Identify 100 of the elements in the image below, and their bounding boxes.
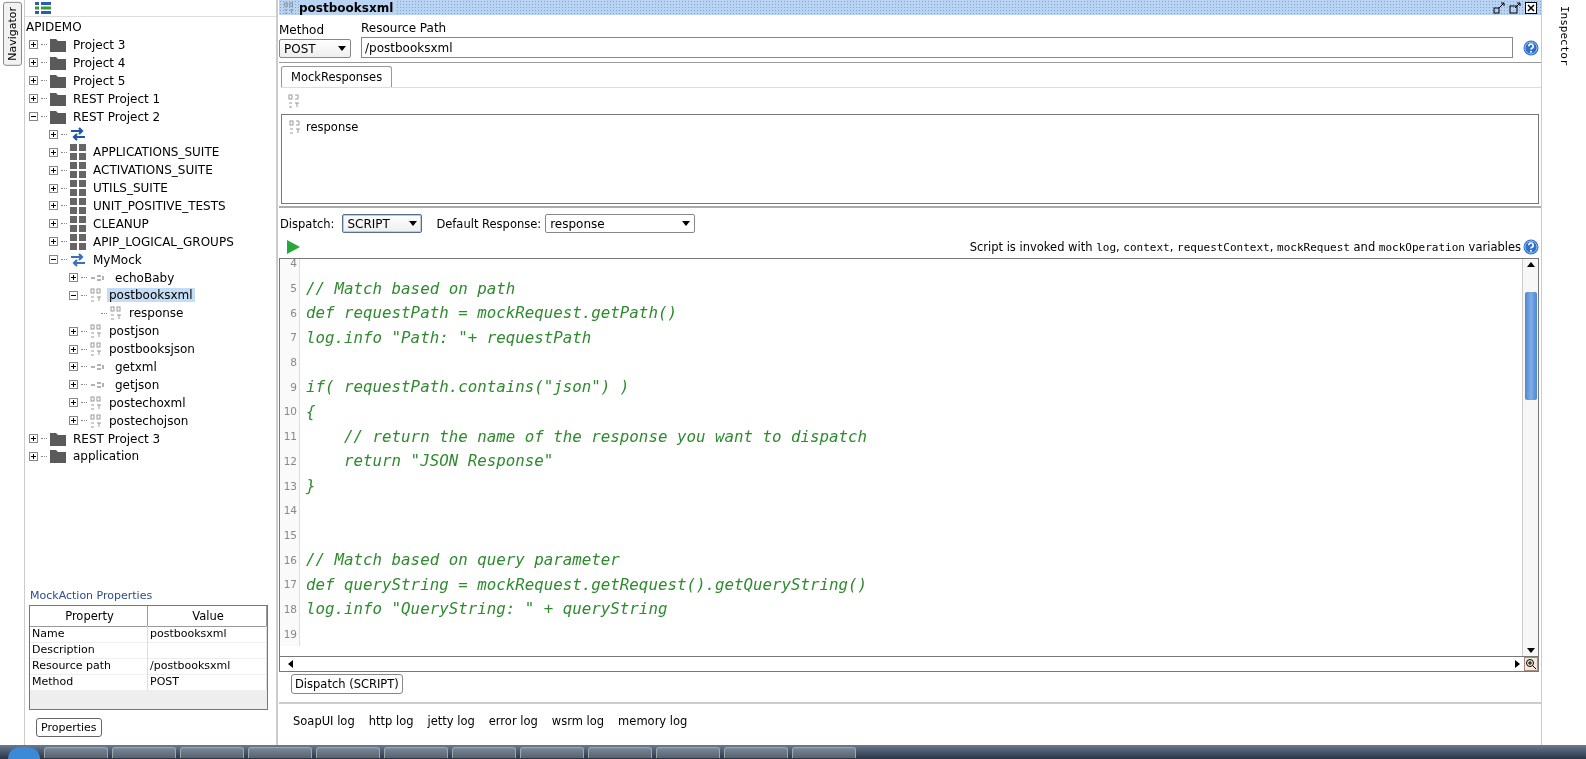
tree-item[interactable]: Project 5 [71,73,128,88]
inspector-tab[interactable]: Inspector [1555,2,1573,70]
taskbar-button[interactable] [384,747,448,758]
default-response-label: Default Response: [436,216,542,231]
tree-item[interactable]: postbooksxml [107,288,195,303]
tree-item[interactable]: Project 4 [71,55,128,70]
dispatch-select[interactable]: SCRIPT [342,214,423,233]
tree-item[interactable]: CLEANUP [91,216,151,231]
taskbar-button[interactable] [520,747,584,758]
list-item[interactable]: response [306,120,359,134]
tree-item[interactable]: REST Project 2 [71,109,163,124]
tree-item[interactable]: APIP_LOGICAL_GROUPS [91,234,236,249]
expander-icon[interactable] [29,451,38,461]
taskbar-button[interactable] [588,747,652,758]
expander-icon[interactable] [69,362,78,372]
scroll-down-icon[interactable] [1526,648,1535,653]
tree-item[interactable]: APPLICATIONS_SUITE [91,145,222,160]
tree-item[interactable]: ACTIVATIONS_SUITE [91,163,215,178]
tree-item[interactable]: postechoxml [107,395,188,410]
code-line: } [305,476,316,496]
help-icon[interactable] [1523,40,1539,56]
help-icon[interactable] [1523,239,1539,255]
expander-icon[interactable] [29,94,38,104]
log-tab[interactable]: error log [488,714,538,728]
tree-item[interactable]: Project 3 [71,37,128,52]
swap-arrows-icon [70,252,86,267]
method-icon [90,395,102,410]
tree-item[interactable]: postechojson [107,413,191,428]
table-cell: POST [148,674,267,691]
taskbar-button[interactable] [44,747,108,758]
tree-root[interactable]: APIDEMO [25,18,276,36]
expander-icon[interactable] [69,326,78,336]
expander-icon[interactable] [69,344,78,354]
tree-item[interactable]: response [127,306,186,321]
method-select[interactable]: POST [279,39,351,58]
tree-item[interactable]: REST Project 3 [71,431,163,446]
tree-item[interactable]: echoBaby [113,270,177,285]
expander-icon[interactable] [29,76,38,86]
tree-item[interactable]: UNIT_POSITIVE_TESTS [91,198,228,213]
detach-icon[interactable] [1509,1,1521,14]
taskbar-button[interactable] [724,747,788,758]
expander-icon[interactable] [49,147,58,157]
expander-icon[interactable] [29,112,38,121]
resource-path-field[interactable]: /postbooksxml [361,37,1513,58]
expander-icon[interactable] [49,237,58,247]
expander-icon[interactable] [69,398,78,408]
line-number: 10 [280,399,300,424]
tree-item[interactable]: MyMock [91,252,144,267]
log-tab[interactable]: memory log [618,714,688,728]
dispatch-tab[interactable]: Dispatch (SCRIPT) [291,674,403,694]
log-tab[interactable]: http log [368,714,414,728]
run-icon[interactable] [287,240,300,254]
log-tab[interactable]: SoapUI log [293,714,355,728]
expander-icon[interactable] [49,219,58,229]
folder-icon [50,91,66,106]
log-tab[interactable]: jetty log [427,714,475,728]
taskbar-button[interactable] [656,747,720,758]
code-line: // Match based on query parameter [305,550,620,570]
expander-icon[interactable] [49,255,58,265]
expander-icon[interactable] [49,165,58,175]
start-button[interactable] [8,747,40,759]
zoom-icon[interactable] [1524,657,1538,671]
tree-item[interactable]: application [71,449,142,464]
taskbar-button[interactable] [452,747,516,758]
expander-icon[interactable] [69,273,78,282]
navigator-tab[interactable]: Navigator [2,2,22,66]
taskbar-button[interactable] [792,747,856,758]
tree-item[interactable]: getjson [113,377,162,392]
tree-item[interactable]: postbooksjson [107,342,197,357]
taskbar-button[interactable] [180,747,244,758]
horizontal-scrollbar[interactable] [280,656,1538,671]
expander-icon[interactable] [29,434,38,444]
expander-icon[interactable] [69,416,78,426]
line-number: 12 [280,448,300,474]
taskbar-button[interactable] [112,747,176,758]
tree-item[interactable]: getxml [113,359,159,374]
expander-icon[interactable] [49,201,58,211]
taskbar-button[interactable] [316,747,380,758]
expander-icon[interactable] [49,183,58,193]
default-response-select[interactable]: response [545,214,696,233]
tree-item[interactable]: UTILS_SUITE [91,181,170,196]
expander-icon[interactable] [69,380,78,390]
taskbar-button[interactable] [248,747,312,758]
log-tab[interactable]: wsrm log [551,714,605,728]
scroll-thumb[interactable] [1524,292,1537,400]
scroll-right-icon[interactable] [1515,660,1520,668]
list-icon[interactable] [35,2,51,14]
minimize-icon[interactable] [1493,1,1505,14]
expander-icon[interactable] [29,58,38,68]
tree-item[interactable]: postjson [107,324,162,339]
vertical-scrollbar[interactable] [1522,259,1538,656]
properties-button[interactable]: Properties [36,718,102,737]
tab[interactable]: MockResponses [281,66,393,87]
scroll-left-icon[interactable] [288,660,293,668]
close-icon[interactable] [1525,1,1537,14]
expander-icon[interactable] [69,290,78,300]
tree-item[interactable]: REST Project 1 [71,91,163,106]
scroll-up-icon[interactable] [1526,262,1535,267]
expander-icon[interactable] [29,40,38,50]
expander-icon[interactable] [49,129,58,139]
